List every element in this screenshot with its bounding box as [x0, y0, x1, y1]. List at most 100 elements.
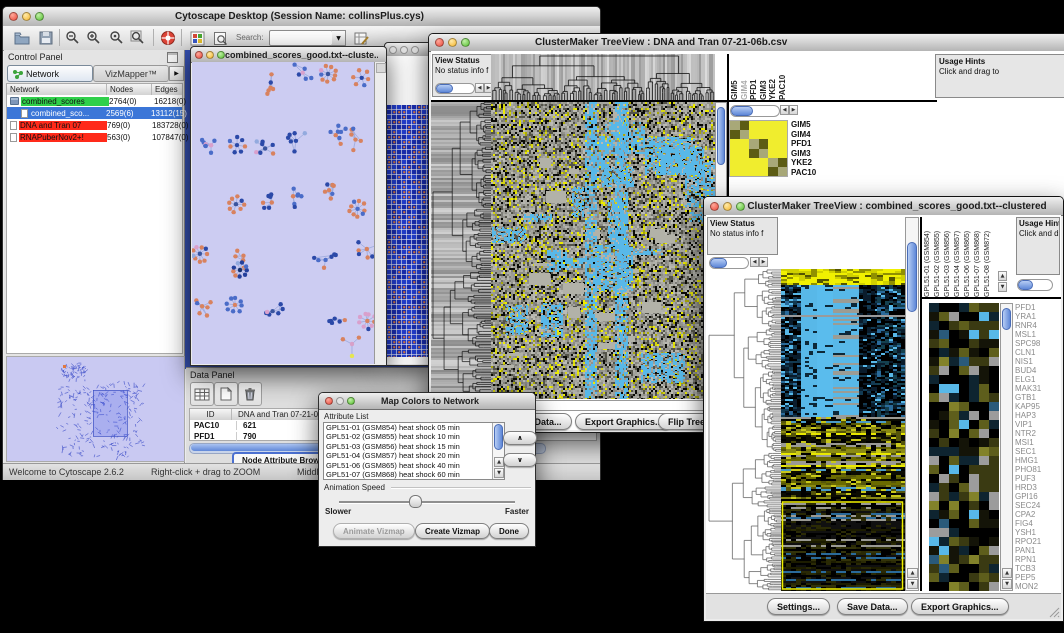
close-icon[interactable] [710, 202, 719, 211]
column-label[interactable]: GPL51-02 (GSM855) [933, 217, 943, 297]
table-edit-icon[interactable] [352, 29, 370, 47]
network-view-scroll-box[interactable] [376, 63, 386, 73]
zoom-window-icon[interactable] [347, 397, 355, 405]
delete-attribute-trash-icon[interactable] [238, 382, 262, 406]
float-panel-icon[interactable] [167, 52, 178, 63]
treeview2-vscroll-thumb[interactable] [907, 242, 917, 312]
minimize-icon[interactable] [723, 202, 732, 211]
attribute-list-item[interactable]: GPL51-01 (GSM854) heat shock 05 min [324, 423, 504, 432]
matrix-cell[interactable] [778, 149, 788, 158]
network-table-row[interactable]: combined_sco... 2569(6) 13112(15) [7, 107, 182, 119]
matrix-cell[interactable] [730, 149, 740, 158]
matrix-cell[interactable] [768, 149, 778, 158]
gene-label[interactable]: HAP3 [1015, 411, 1060, 420]
help-lifering-icon[interactable] [159, 29, 177, 47]
close-icon[interactable] [389, 46, 397, 54]
usage-hints-hscrollbar[interactable] [1017, 279, 1053, 291]
matrix-cell[interactable] [740, 139, 750, 148]
close-icon[interactable] [9, 12, 18, 21]
treeview2-heatmap[interactable] [781, 269, 905, 591]
scroll-right-icon[interactable]: ▶ [789, 105, 798, 115]
matrix-cell[interactable] [740, 149, 750, 158]
matrix-cell[interactable] [778, 167, 788, 176]
vizmapper-palette-icon[interactable] [188, 29, 206, 47]
minimize-icon[interactable] [206, 51, 214, 59]
treeview2-titlebar[interactable]: ClusterMaker TreeView : combined_scores_… [704, 197, 1063, 216]
zoom-selected-icon[interactable] [108, 29, 126, 47]
gene-label[interactable]: BUD4 [1015, 366, 1060, 375]
col-id[interactable]: ID [190, 409, 232, 420]
close-icon[interactable] [435, 38, 444, 47]
scroll-up-icon[interactable]: ▲ [1002, 568, 1012, 578]
row-label[interactable]: PFD1 [791, 139, 833, 149]
save-data-button[interactable]: Save Data... [837, 598, 908, 615]
matrix-cell[interactable] [749, 121, 759, 130]
matrix-cell[interactable] [768, 130, 778, 139]
view-status-hscrollbar[interactable] [709, 257, 749, 269]
search-dropdown-icon[interactable]: ▼ [332, 30, 346, 46]
gene-label[interactable]: PHO81 [1015, 465, 1060, 474]
treeview1-column-dendrogram[interactable] [491, 54, 715, 100]
matrix-cell[interactable] [778, 121, 788, 130]
attribute-list-vscrollbar[interactable]: ▲ ▼ [492, 423, 504, 479]
move-down-button[interactable]: ∨ [503, 453, 537, 467]
attribute-list-scroll-thumb[interactable] [494, 424, 503, 450]
column-label[interactable]: GPL51-07 (GSM868) [973, 217, 983, 297]
birds-eye-view[interactable] [6, 356, 185, 462]
column-label[interactable]: GIM4 [740, 54, 750, 100]
gene-label[interactable]: RPO21 [1015, 537, 1060, 546]
matrix-cell[interactable] [759, 139, 769, 148]
matrix-cell[interactable] [778, 130, 788, 139]
zoom-window-icon[interactable] [461, 38, 470, 47]
matrix-cell[interactable] [749, 139, 759, 148]
treeview2-vscrollbar[interactable]: ▲ ▼ [905, 217, 919, 591]
attribute-list[interactable]: GPL51-01 (GSM854) heat shock 05 min GPL51… [323, 422, 505, 480]
matrix-cell[interactable] [749, 130, 759, 139]
gene-label[interactable]: GTB1 [1015, 393, 1060, 402]
scroll-down-icon[interactable]: ▼ [907, 579, 918, 589]
matrix-cell[interactable] [749, 158, 759, 167]
treeview2-zoom-heatmap[interactable] [929, 303, 999, 591]
row-label[interactable]: YKE2 [791, 158, 833, 168]
column-label[interactable]: GPL51-06 (GSM865) [963, 217, 973, 297]
matrix-cell[interactable] [730, 139, 740, 148]
speed-slider-thumb[interactable] [409, 495, 422, 508]
gene-label[interactable]: NTR2 [1015, 429, 1060, 438]
matrix-cell[interactable] [730, 158, 740, 167]
gene-label[interactable]: TCB3 [1015, 564, 1060, 573]
move-up-button[interactable]: ∧ [503, 431, 537, 445]
zoom-window-icon[interactable] [217, 51, 225, 59]
gene-label[interactable]: YSH1 [1015, 528, 1060, 537]
done-button[interactable]: Done [489, 523, 529, 539]
matrix-cell[interactable] [759, 130, 769, 139]
network-canvas[interactable] [192, 62, 374, 364]
column-label[interactable]: GPL51-08 (GSM872) [983, 217, 993, 297]
gene-label[interactable]: SPC98 [1015, 339, 1060, 348]
column-label[interactable]: GPL51-01 (GSM854) [923, 217, 933, 297]
gene-label[interactable]: MSL1 [1015, 330, 1060, 339]
scroll-left-icon[interactable]: ◀ [750, 257, 759, 267]
column-label[interactable]: GPL51-03 (GSM856) [943, 217, 953, 297]
scroll-right-icon[interactable]: ▶ [759, 257, 768, 267]
minimize-icon[interactable] [22, 12, 31, 21]
scroll-down-icon[interactable]: ▼ [494, 468, 504, 478]
gene-label[interactable]: MAK31 [1015, 384, 1060, 393]
view-status-hscrollbar[interactable] [435, 83, 475, 94]
gene-label[interactable]: HRD3 [1015, 483, 1060, 492]
treeview2-zoom-vscroll-thumb[interactable] [1002, 308, 1011, 330]
col-nodes[interactable]: Nodes [107, 84, 152, 95]
dense-network-view[interactable] [387, 105, 432, 357]
gene-label[interactable]: FIG4 [1015, 519, 1060, 528]
matrix-cell[interactable] [740, 158, 750, 167]
select-attributes-icon[interactable] [190, 382, 214, 406]
search-input[interactable] [269, 30, 333, 46]
col-network[interactable]: Network [7, 84, 107, 95]
matrix-cell[interactable] [759, 167, 769, 176]
attribute-list-item[interactable]: GPL51-06 (GSM865) heat shock 40 min [324, 461, 504, 470]
matrix-cell[interactable] [759, 149, 769, 158]
tab-scroll-right-icon[interactable]: ▶ [169, 66, 184, 81]
gene-label[interactable]: VIP1 [1015, 420, 1060, 429]
gene-label[interactable]: PFD1 [1015, 303, 1060, 312]
treeview2-zoom-vscrollbar[interactable]: ▲ ▼ [1000, 303, 1013, 591]
matrix-cell[interactable] [740, 121, 750, 130]
